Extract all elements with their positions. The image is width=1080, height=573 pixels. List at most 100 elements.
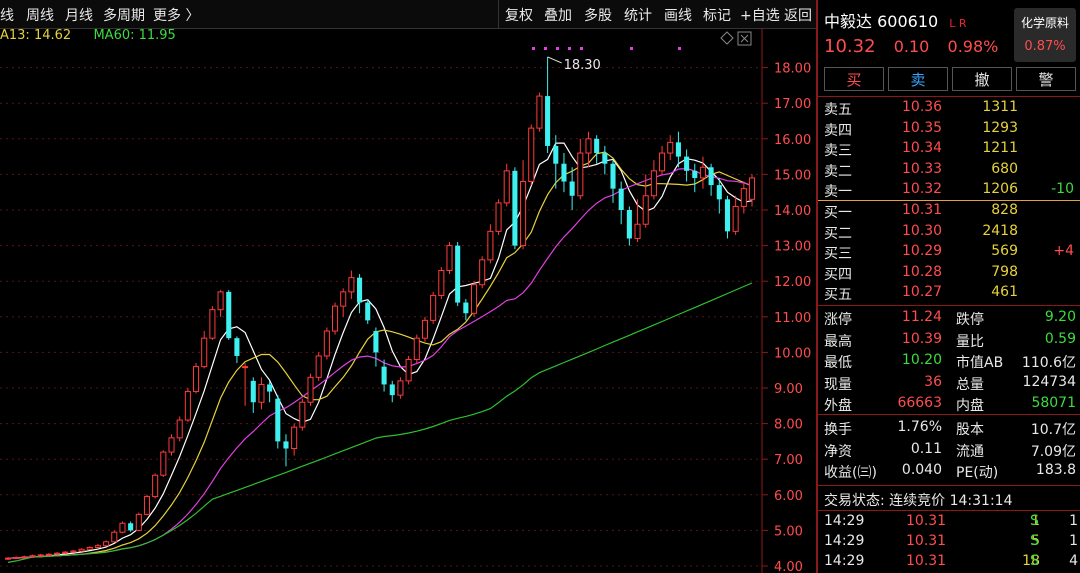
level-change: -10 [1051, 181, 1074, 197]
level-volume: 1206 [982, 181, 1018, 197]
y-tick-label: 11.00 [774, 311, 811, 326]
add-watchlist-button[interactable]: +自选 [740, 5, 780, 25]
order-level[interactable]: 买三 10.29 569 +4 [818, 242, 1080, 262]
stat-key: 外盘 [824, 398, 852, 414]
y-tick-label: 5.00 [774, 524, 803, 539]
sell-button[interactable]: 卖 [888, 67, 948, 91]
buy-button[interactable]: 买 [824, 67, 884, 91]
stat-key: 净资 [824, 443, 852, 460]
level-label: 买四 [824, 266, 852, 283]
order-level[interactable]: 卖五 10.36 1311 [818, 98, 1080, 118]
candle-body [389, 384, 395, 396]
candle-body [365, 302, 371, 321]
order-level[interactable]: 买二 10.30 2418 [818, 222, 1080, 242]
candle-body [455, 245, 461, 303]
order-level[interactable]: 买一 10.31 828 [818, 201, 1080, 221]
candle-body [258, 383, 265, 403]
industry-pct: 0.87% [1024, 39, 1066, 54]
order-level[interactable]: 买四 10.28 798 [818, 263, 1080, 283]
tab-month-line[interactable]: 月线 [65, 5, 93, 25]
candle-body [421, 319, 429, 339]
tab-multi-period[interactable]: 多周期 [103, 5, 145, 25]
candle-body [470, 284, 478, 314]
y-tick-label: 14.00 [774, 204, 811, 219]
mark-button[interactable]: 标记 [703, 5, 731, 25]
stat-key: 现量 [824, 376, 852, 393]
industry-badge[interactable]: 化学原料 0.87% [1014, 8, 1076, 62]
order-level[interactable]: 卖一 10.32 1206 -10 [818, 180, 1080, 200]
separator [818, 414, 1080, 415]
order-level[interactable]: 卖二 10.33 680 [818, 160, 1080, 180]
level-label: 买一 [824, 205, 852, 221]
stat-value: 10.7亿 [1030, 422, 1076, 438]
level-price: 10.28 [902, 263, 943, 280]
draw-line-button[interactable]: 画线 [664, 5, 692, 25]
candle-body [699, 166, 706, 179]
candle-body [29, 555, 36, 558]
stat-key: 流通 [956, 443, 984, 460]
y-tick-label: 18.00 [774, 62, 811, 77]
candle-body [275, 398, 281, 442]
restore-rights-button[interactable]: 复权 [505, 5, 533, 25]
multi-stock-button[interactable]: 多股 [584, 5, 612, 25]
candle-body [667, 141, 674, 154]
stat-row: 最高 10.39 量比 0.59 [818, 330, 1080, 350]
candle-body [512, 170, 518, 246]
candle-body [94, 545, 101, 548]
level-price: 10.27 [902, 284, 943, 300]
alert-button[interactable]: 警 [1016, 67, 1076, 91]
candle-body [250, 380, 256, 403]
level-volume: 680 [991, 160, 1018, 177]
candle-body [650, 170, 657, 197]
tab-more[interactable]: 更多 〉 [153, 5, 199, 25]
candle-body [201, 337, 208, 368]
y-tick-label: 16.00 [774, 133, 811, 148]
stock-name: 中毅达 [824, 12, 873, 31]
candle-body [503, 170, 510, 204]
level-volume: 828 [991, 202, 1018, 218]
candle-body [267, 384, 273, 392]
candle-body [128, 523, 134, 531]
cancel-order-button[interactable]: 撤 [952, 67, 1012, 91]
stat-row: 收益(㈢) 0.040 PE(动) 183.8 [818, 461, 1080, 481]
candle-body [618, 188, 624, 210]
ma13-label: A13: 14.62 [0, 28, 72, 43]
y-tick-label: 17.00 [774, 97, 811, 112]
tab-week-line[interactable]: 周线 [26, 5, 54, 25]
stat-key: 收益(㈢) [824, 465, 877, 481]
stat-key: 市值AB [956, 355, 1004, 371]
trade-status-text: 交易状态: 连续竞价 14:31:14 [824, 493, 1013, 509]
candle-body [54, 552, 61, 555]
order-level[interactable]: 买五 10.27 461 [818, 283, 1080, 303]
stat-value: 36 [924, 373, 942, 390]
overlay-button[interactable]: 叠加 [544, 5, 572, 25]
tab-day-line[interactable]: 线 [0, 5, 14, 25]
candle-body [748, 177, 756, 200]
candle-body [692, 170, 698, 178]
stat-key: 总量 [956, 376, 984, 393]
tick-time: 14:29 [824, 513, 865, 529]
candlestick-chart[interactable]: 4.00 5.00 6.00 7.00 8.00 9.00 10.00 11.00 12.00 1… [0, 28, 816, 573]
tick-count: 1 [1069, 533, 1078, 549]
chart-corner-icons[interactable] [720, 31, 752, 46]
close-icon[interactable] [740, 34, 749, 43]
candle-body [545, 96, 551, 146]
candle-body [78, 548, 85, 552]
candle-body [528, 127, 535, 183]
order-level[interactable]: 卖四 10.35 1293 [818, 119, 1080, 139]
quote-panel: 中毅达 600610 L R 10.32 0.10 0.98% 化学原料 0.8… [818, 0, 1080, 573]
level-label: 卖三 [824, 143, 852, 159]
tick-count: 1 [1069, 513, 1078, 529]
back-button[interactable]: 返回 [784, 5, 812, 25]
stat-key: 最高 [824, 333, 852, 350]
separator [818, 510, 1080, 511]
diamond-icon[interactable] [720, 31, 734, 45]
candle-body [520, 181, 527, 247]
y-tick-label: 15.00 [774, 168, 811, 183]
candle-body [103, 541, 110, 547]
order-level[interactable]: 卖三 10.34 1211 [818, 139, 1080, 159]
statistics-button[interactable]: 统计 [624, 5, 652, 25]
ma10-line [7, 151, 753, 559]
level-volume: 2418 [982, 222, 1018, 239]
industry-name: 化学原料 [1020, 16, 1069, 30]
